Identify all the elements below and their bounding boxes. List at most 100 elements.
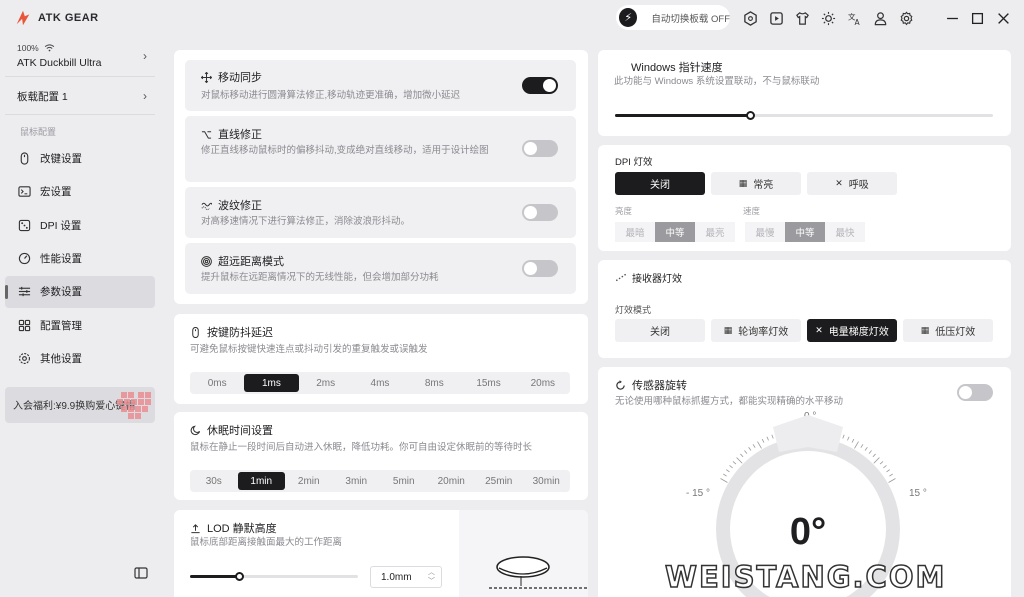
straight-line-toggle[interactable] xyxy=(522,140,558,157)
dpi-light-steady[interactable]: ▦ 常亮 xyxy=(711,172,801,195)
sleep-label: 休眠时间设置 xyxy=(207,425,273,437)
receiver-light-title: 接收器灯效 xyxy=(615,270,682,285)
nav-item-label: 改键设置 xyxy=(40,152,82,165)
speed-option-selected[interactable]: 中等 xyxy=(785,222,825,242)
sidebar: 100% ATK Duckbill Ultra › 板载配置 1 › 鼠标配置 … xyxy=(0,36,160,597)
brightness-option[interactable]: 最暗 xyxy=(615,222,655,242)
dice-icon xyxy=(18,219,31,231)
receiver-light-lowvolt[interactable]: ▦ 低压灯效 xyxy=(903,319,993,342)
sleep-option[interactable]: 30min xyxy=(523,472,571,490)
debounce-option[interactable]: 4ms xyxy=(353,374,407,392)
debounce-option[interactable]: 15ms xyxy=(461,374,515,392)
debounce-option[interactable]: 20ms xyxy=(516,374,570,392)
settings-icon[interactable] xyxy=(896,8,916,28)
brightness-option-selected[interactable]: 中等 xyxy=(655,222,695,242)
dial-tick xyxy=(748,447,752,451)
motion-sync-label: 移动同步 xyxy=(218,72,262,84)
nav-item-keymap[interactable]: 改键设置 xyxy=(5,142,155,174)
receiver-light-polling[interactable]: ▦ 轮询率灯效 xyxy=(711,319,801,342)
wave-icon xyxy=(201,202,212,210)
dial-tick xyxy=(854,441,859,449)
receiver-light-off[interactable]: 关闭 xyxy=(615,319,705,342)
dpi-light-breath[interactable]: ✕ 呼吸 xyxy=(807,172,897,195)
sleep-option[interactable]: 2min xyxy=(285,472,333,490)
debounce-option[interactable]: 0ms xyxy=(190,374,244,392)
move-icon xyxy=(201,71,212,83)
lod-panel: LOD 静默高度 鼠标底部距离接触面最大的工作距离 1.0mm ︿ ﹀ xyxy=(174,510,588,597)
stepper-arrows-icon[interactable]: ︿ ﹀ xyxy=(428,568,435,586)
receiver-light-battery[interactable]: ✕ 电量梯度灯效 xyxy=(807,319,897,342)
close-button[interactable] xyxy=(993,8,1013,28)
ripple-label: 波纹修正 xyxy=(218,200,262,212)
speed-option[interactable]: 最快 xyxy=(825,222,865,242)
shirt-icon[interactable] xyxy=(792,8,812,28)
nav-item-profiles[interactable]: 配置管理 xyxy=(5,309,155,341)
motion-sync-toggle[interactable] xyxy=(522,77,558,94)
sleep-option[interactable]: 20min xyxy=(428,472,476,490)
sun-icon[interactable] xyxy=(818,8,838,28)
debounce-option-selected[interactable]: 1ms xyxy=(244,374,299,392)
hexagon-icon[interactable] xyxy=(740,8,760,28)
nav-item-label: DPI 设置 xyxy=(40,219,82,232)
device-card[interactable]: 100% ATK Duckbill Ultra › xyxy=(5,36,155,77)
profile-selector[interactable]: 板载配置 1 › xyxy=(5,77,155,115)
pointer-speed-title: Windows 指针速度 xyxy=(631,62,723,74)
dial-tick xyxy=(842,434,845,439)
dpi-light-off[interactable]: 关闭 xyxy=(615,172,705,195)
dial-tick xyxy=(879,461,884,465)
nav-item-parameters[interactable]: 参数设置 xyxy=(5,275,155,308)
nav-item-dpi[interactable]: DPI 设置 xyxy=(5,209,155,241)
maximize-button[interactable] xyxy=(967,8,987,28)
sparkle-icon: ✕ xyxy=(835,178,843,188)
lod-value-input[interactable]: 1.0mm ︿ ﹀ xyxy=(370,566,442,588)
nav-item-performance[interactable]: 性能设置 xyxy=(5,243,155,275)
brightness-option[interactable]: 最亮 xyxy=(695,222,735,242)
translate-icon[interactable]: 文A xyxy=(844,8,864,28)
dial-tick xyxy=(761,438,765,443)
sleep-option[interactable]: 30s xyxy=(190,472,238,490)
maximize-icon xyxy=(971,12,983,24)
lod-slider-thumb[interactable] xyxy=(235,572,245,581)
video-icon[interactable] xyxy=(766,8,786,28)
long-range-toggle[interactable] xyxy=(522,260,558,277)
straight-line-desc: 修正直线移动鼠标时的偏移抖动,变成绝对直线移动，适用于设计绘图 xyxy=(201,145,489,156)
section-label: 鼠标配置 xyxy=(20,127,57,137)
user-icon[interactable] xyxy=(870,8,890,28)
bolt-icon: ⚡ xyxy=(619,8,638,27)
promo-banner[interactable]: 入会福利:¥9.9换购爱心键帽 xyxy=(5,386,155,423)
debounce-option[interactable]: 8ms xyxy=(407,374,461,392)
ripple-toggle[interactable] xyxy=(522,204,558,221)
mode-label: 关闭 xyxy=(650,327,670,338)
nav-item-macro[interactable]: 宏设置 xyxy=(5,176,155,208)
pixel-heart-icon xyxy=(117,391,151,419)
dial-tick xyxy=(868,450,872,454)
pointer-speed-desc: 此功能与 Windows 系统设置联动，不与鼠标联动 xyxy=(614,76,820,87)
sleep-option[interactable]: 3min xyxy=(333,472,381,490)
mode-label: 关闭 xyxy=(650,180,670,191)
sleep-option-selected[interactable]: 1min xyxy=(237,472,285,490)
debounce-option[interactable]: 2ms xyxy=(299,374,353,392)
minimize-button[interactable] xyxy=(942,8,962,28)
pointer-speed-slider[interactable] xyxy=(615,111,993,120)
nav-item-other[interactable]: 其他设置 xyxy=(5,343,155,375)
auto-switch-toggle[interactable]: ⚡ 自动切换板载 OFF xyxy=(616,5,730,30)
speed-selector: 最慢 中等 最快 xyxy=(745,222,865,242)
straight-line-title: 直线修正 xyxy=(201,126,262,142)
dpi-light-panel: DPI 灯效 关闭 ▦ 常亮 ✕ 呼吸 亮度 最暗 中等 最亮 速度 最慢 中等 最… xyxy=(598,145,1011,251)
dial-tick xyxy=(726,469,730,473)
lod-slider[interactable] xyxy=(190,572,358,581)
wifi-icon xyxy=(44,44,54,52)
sliders-icon xyxy=(18,287,31,297)
mode-label: 轮询率灯效 xyxy=(738,327,789,338)
mode-label: 呼吸 xyxy=(848,180,869,191)
pointer-speed-thumb[interactable] xyxy=(746,111,756,120)
speed-option[interactable]: 最慢 xyxy=(745,222,785,242)
sidebar-collapse-icon[interactable] xyxy=(134,567,148,579)
sleep-option[interactable]: 5min xyxy=(380,472,428,490)
sleep-option[interactable]: 25min xyxy=(475,472,523,490)
brightness-selector: 最暗 中等 最亮 xyxy=(615,222,735,242)
close-icon xyxy=(997,12,1009,24)
debounce-label: 按键防抖延迟 xyxy=(207,327,273,339)
upload-icon xyxy=(191,523,200,533)
dial-tick xyxy=(864,447,868,451)
